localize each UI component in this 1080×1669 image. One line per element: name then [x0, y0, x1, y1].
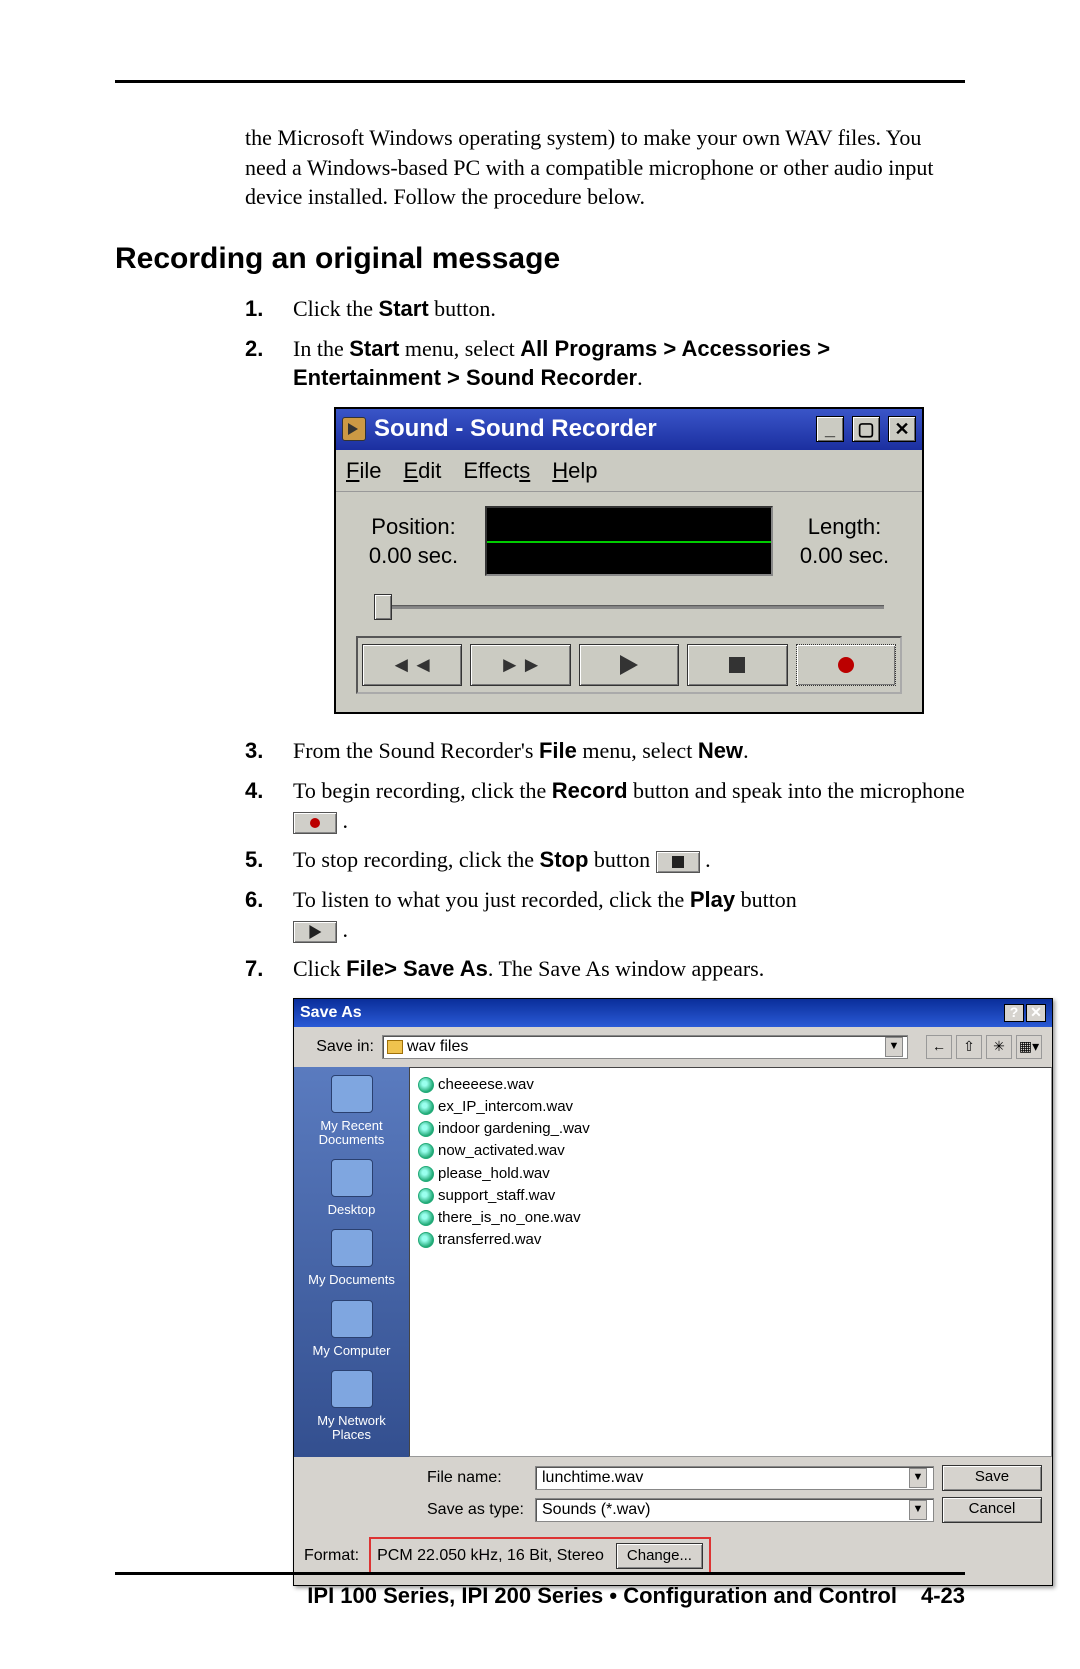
format-value: PCM 22.050 kHz, 16 Bit, Stereo — [377, 1545, 604, 1567]
audio-file-icon — [418, 1099, 434, 1115]
help-button[interactable]: ? — [1004, 1004, 1024, 1022]
seek-end-button[interactable]: ►► — [470, 644, 570, 686]
close-button[interactable]: ✕ — [1026, 1004, 1046, 1022]
new-folder-button[interactable]: ✳ — [986, 1035, 1012, 1059]
audio-file-icon — [418, 1166, 434, 1182]
length-readout: Length: 0.00 sec. — [787, 512, 902, 571]
cancel-button[interactable]: Cancel — [942, 1497, 1042, 1523]
play-button[interactable] — [579, 644, 679, 686]
menu-help[interactable]: Help — [552, 456, 597, 486]
back-button[interactable]: ← — [926, 1035, 952, 1059]
save-in-label: Save in: — [304, 1036, 374, 1058]
step-2: In the Start menu, select All Programs >… — [245, 334, 965, 714]
position-readout: Position: 0.00 sec. — [356, 512, 471, 571]
mydocs-label[interactable]: My Documents — [308, 1273, 395, 1287]
sound-recorder-window: Sound - Sound Recorder _ ▢ ✕ File Edit E… — [334, 407, 924, 714]
file-item[interactable]: indoor gardening_.wav — [418, 1118, 1043, 1140]
section-title: Recording an original message — [115, 242, 965, 276]
audio-file-icon — [418, 1188, 434, 1204]
step-7: Click File> Save As. The Save As window … — [245, 954, 965, 1586]
inline-stop-icon — [656, 851, 700, 873]
step-5: To stop recording, click the Stop button… — [245, 845, 965, 875]
format-label: Format: — [304, 1545, 359, 1567]
position-slider[interactable] — [364, 592, 894, 622]
file-item[interactable]: now_activated.wav — [418, 1140, 1043, 1162]
mynet-label[interactable]: My Network Places — [298, 1414, 405, 1443]
file-item[interactable]: transferred.wav — [418, 1229, 1043, 1251]
stop-button[interactable] — [687, 644, 787, 686]
mycomp-icon[interactable] — [331, 1300, 373, 1338]
maximize-button[interactable]: ▢ — [852, 416, 880, 442]
waveform-display — [485, 506, 773, 576]
file-name: now_activated.wav — [438, 1141, 565, 1161]
step-6: To listen to what you just recorded, cli… — [245, 885, 965, 944]
slider-thumb[interactable] — [374, 594, 392, 620]
file-name: please_hold.wav — [438, 1164, 550, 1184]
file-item[interactable]: support_staff.wav — [418, 1185, 1043, 1207]
sr-titlebar: Sound - Sound Recorder _ ▢ ✕ — [336, 409, 922, 449]
sa-titlebar: Save As ? ✕ — [294, 999, 1052, 1027]
audio-file-icon — [418, 1143, 434, 1159]
filename-label: File name: — [427, 1467, 527, 1489]
audio-file-icon — [418, 1210, 434, 1226]
save-as-dialog: Save As ? ✕ Save in: wav files ▼ ← ⇧ — [293, 998, 1053, 1586]
file-item[interactable]: please_hold.wav — [418, 1163, 1043, 1185]
inline-play-icon — [293, 921, 337, 943]
save-in-combo[interactable]: wav files ▼ — [382, 1035, 908, 1059]
file-name: cheeeese.wav — [438, 1075, 534, 1095]
page-footer: IPI 100 Series, IPI 200 Series • Configu… — [115, 1572, 965, 1609]
file-name: transferred.wav — [438, 1230, 541, 1250]
places-bar: My Recent Documents Desktop My Documents… — [294, 1067, 409, 1457]
recent-label[interactable]: My Recent Documents — [298, 1119, 405, 1148]
file-item[interactable]: ex_IP_intercom.wav — [418, 1096, 1043, 1118]
intro-text: the Microsoft Windows operating system) … — [245, 123, 965, 212]
savetype-combo[interactable]: Sounds (*.wav)▼ — [535, 1498, 934, 1522]
mydocs-icon[interactable] — [331, 1229, 373, 1267]
file-name: support_staff.wav — [438, 1186, 555, 1206]
file-name: indoor gardening_.wav — [438, 1119, 590, 1139]
mynet-icon[interactable] — [331, 1370, 373, 1408]
view-menu-button[interactable]: ▦▾ — [1016, 1035, 1042, 1059]
file-list[interactable]: cheeeese.wavex_IP_intercom.wavindoor gar… — [409, 1067, 1052, 1457]
desktop-label[interactable]: Desktop — [328, 1203, 376, 1217]
audio-file-icon — [418, 1121, 434, 1137]
file-item[interactable]: cheeeese.wav — [418, 1074, 1043, 1096]
filename-input[interactable]: lunchtime.wav▼ — [535, 1466, 934, 1490]
inline-record-icon — [293, 812, 337, 834]
close-button[interactable]: ✕ — [888, 416, 916, 442]
sr-title-text: Sound - Sound Recorder — [374, 413, 657, 445]
save-button[interactable]: Save — [942, 1465, 1042, 1491]
folder-icon — [387, 1040, 403, 1054]
menu-edit[interactable]: Edit — [403, 456, 441, 486]
format-highlight: PCM 22.050 kHz, 16 Bit, Stereo Change... — [369, 1537, 711, 1575]
up-folder-button[interactable]: ⇧ — [956, 1035, 982, 1059]
change-button[interactable]: Change... — [616, 1543, 703, 1569]
desktop-icon[interactable] — [331, 1159, 373, 1197]
record-button[interactable] — [796, 644, 896, 686]
audio-file-icon — [418, 1077, 434, 1093]
audio-file-icon — [418, 1232, 434, 1248]
speaker-icon — [342, 417, 366, 441]
minimize-button[interactable]: _ — [816, 416, 844, 442]
seek-start-button[interactable]: ◄◄ — [362, 644, 462, 686]
menu-effects[interactable]: Effects — [463, 456, 530, 486]
file-item[interactable]: there_is_no_one.wav — [418, 1207, 1043, 1229]
sr-menubar: File Edit Effects Help — [336, 450, 922, 493]
savetype-label: Save as type: — [427, 1499, 527, 1521]
file-name: ex_IP_intercom.wav — [438, 1097, 573, 1117]
menu-file[interactable]: File — [346, 456, 381, 486]
mycomp-label[interactable]: My Computer — [312, 1344, 390, 1358]
step-1: Click the Start button. — [245, 294, 965, 324]
step-4: To begin recording, click the Record but… — [245, 776, 965, 835]
dropdown-icon[interactable]: ▼ — [885, 1037, 903, 1057]
file-name: there_is_no_one.wav — [438, 1208, 581, 1228]
recent-icon[interactable] — [331, 1075, 373, 1113]
step-3: From the Sound Recorder's File menu, sel… — [245, 736, 965, 766]
